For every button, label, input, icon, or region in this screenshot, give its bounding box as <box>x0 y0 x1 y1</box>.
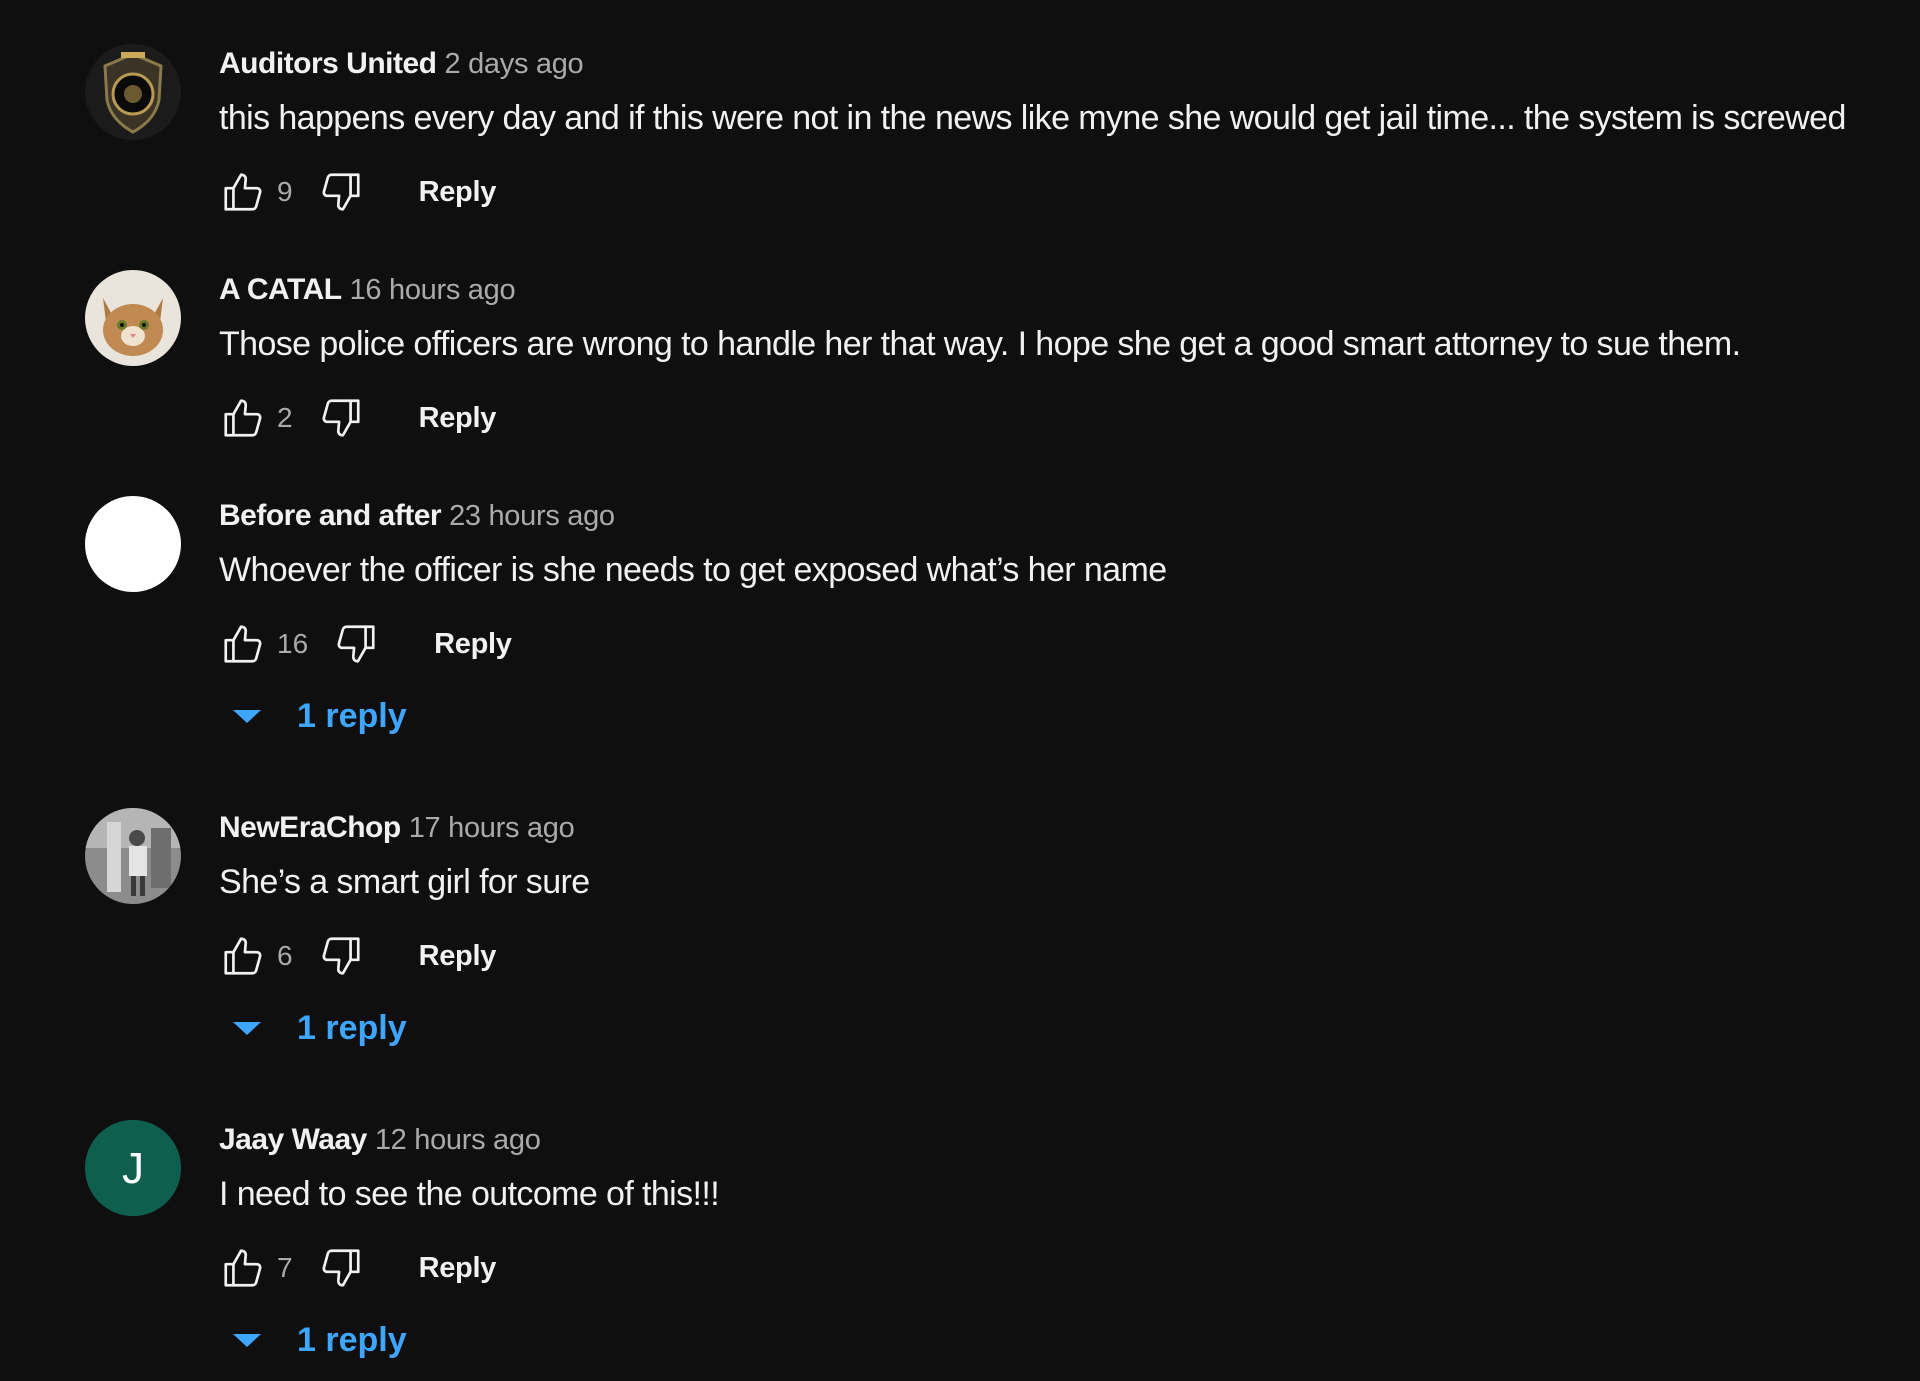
comment-text: this happens every day and if this were … <box>219 99 1846 137</box>
comment-time[interactable]: 2 days ago <box>445 48 584 80</box>
avatar[interactable] <box>85 496 181 592</box>
thumbs-up-icon <box>224 625 262 663</box>
comment-time[interactable]: 23 hours ago <box>449 500 615 532</box>
like-count: 2 <box>277 402 293 433</box>
comment-actions: 6 Reply <box>219 928 496 984</box>
comment-header: Auditors United 2 days ago <box>219 44 584 84</box>
reply-button[interactable]: Reply <box>419 402 497 435</box>
author-name[interactable]: Auditors United <box>219 47 437 80</box>
view-replies-button[interactable]: 1 reply <box>229 1316 407 1364</box>
comment-time[interactable]: 12 hours ago <box>375 1124 541 1156</box>
dislike-button[interactable] <box>332 620 380 668</box>
caret-down-icon <box>229 704 265 728</box>
comments-section: Auditors United 2 days ago this happens e… <box>85 0 1905 1381</box>
dislike-button[interactable] <box>317 1244 365 1292</box>
thumbs-up-icon <box>224 399 262 437</box>
avatar-letter: J <box>122 1144 144 1193</box>
like-count: 7 <box>277 1252 293 1283</box>
comment-header: Jaay Waay 12 hours ago <box>219 1120 541 1160</box>
comment-actions: 7 Reply <box>219 1240 496 1296</box>
comment-actions: 9 Reply <box>219 164 496 220</box>
caret-down-icon <box>229 1328 265 1352</box>
avatar[interactable] <box>85 270 181 366</box>
author-name[interactable]: A CATAL <box>219 273 342 306</box>
thumbs-down-icon <box>322 1249 360 1287</box>
dislike-button[interactable] <box>317 168 365 216</box>
avatar[interactable]: J <box>85 1120 181 1216</box>
comment-time[interactable]: 17 hours ago <box>409 812 575 844</box>
replies-count-label: 1 reply <box>297 696 407 735</box>
dislike-button[interactable] <box>317 394 365 442</box>
thumbs-down-icon <box>337 625 375 663</box>
replies-count-label: 1 reply <box>297 1320 407 1359</box>
thumbs-down-icon <box>322 399 360 437</box>
view-replies-button[interactable]: 1 reply <box>229 1004 407 1052</box>
like-button[interactable] <box>219 620 267 668</box>
comment-text: She’s a smart girl for sure <box>219 863 590 901</box>
replies-count-label: 1 reply <box>297 1008 407 1047</box>
comment-header: NewEraChop 17 hours ago <box>219 808 575 848</box>
comment-header: A CATAL 16 hours ago <box>219 270 516 310</box>
like-button[interactable] <box>219 932 267 980</box>
author-name[interactable]: Jaay Waay <box>219 1123 367 1156</box>
avatar[interactable] <box>85 808 181 904</box>
reply-button[interactable]: Reply <box>419 940 497 973</box>
like-button[interactable] <box>219 168 267 216</box>
reply-button[interactable]: Reply <box>434 628 512 661</box>
like-count: 9 <box>277 176 293 207</box>
author-name[interactable]: NewEraChop <box>219 811 401 844</box>
thumbs-down-icon <box>322 173 360 211</box>
comment-header: Before and after 23 hours ago <box>219 496 615 536</box>
avatar[interactable] <box>85 44 181 140</box>
comment-actions: 2 Reply <box>219 390 496 446</box>
like-count: 6 <box>277 940 293 971</box>
like-button[interactable] <box>219 394 267 442</box>
view-replies-button[interactable]: 1 reply <box>229 692 407 740</box>
like-count: 16 <box>277 628 309 659</box>
comment-actions: 16 Reply <box>219 616 512 672</box>
reply-button[interactable]: Reply <box>419 176 497 209</box>
author-name[interactable]: Before and after <box>219 499 442 532</box>
caret-down-icon <box>229 1016 265 1040</box>
comment-text: Those police officers are wrong to handl… <box>219 325 1741 363</box>
comment-time[interactable]: 16 hours ago <box>350 274 516 306</box>
comment-text: I need to see the outcome of this!!! <box>219 1175 720 1213</box>
dislike-button[interactable] <box>317 932 365 980</box>
comment-text: Whoever the officer is she needs to get … <box>219 551 1167 589</box>
thumbs-up-icon <box>224 173 262 211</box>
reply-button[interactable]: Reply <box>419 1252 497 1285</box>
thumbs-up-icon <box>224 1249 262 1287</box>
thumbs-down-icon <box>322 937 360 975</box>
like-button[interactable] <box>219 1244 267 1292</box>
thumbs-up-icon <box>224 937 262 975</box>
